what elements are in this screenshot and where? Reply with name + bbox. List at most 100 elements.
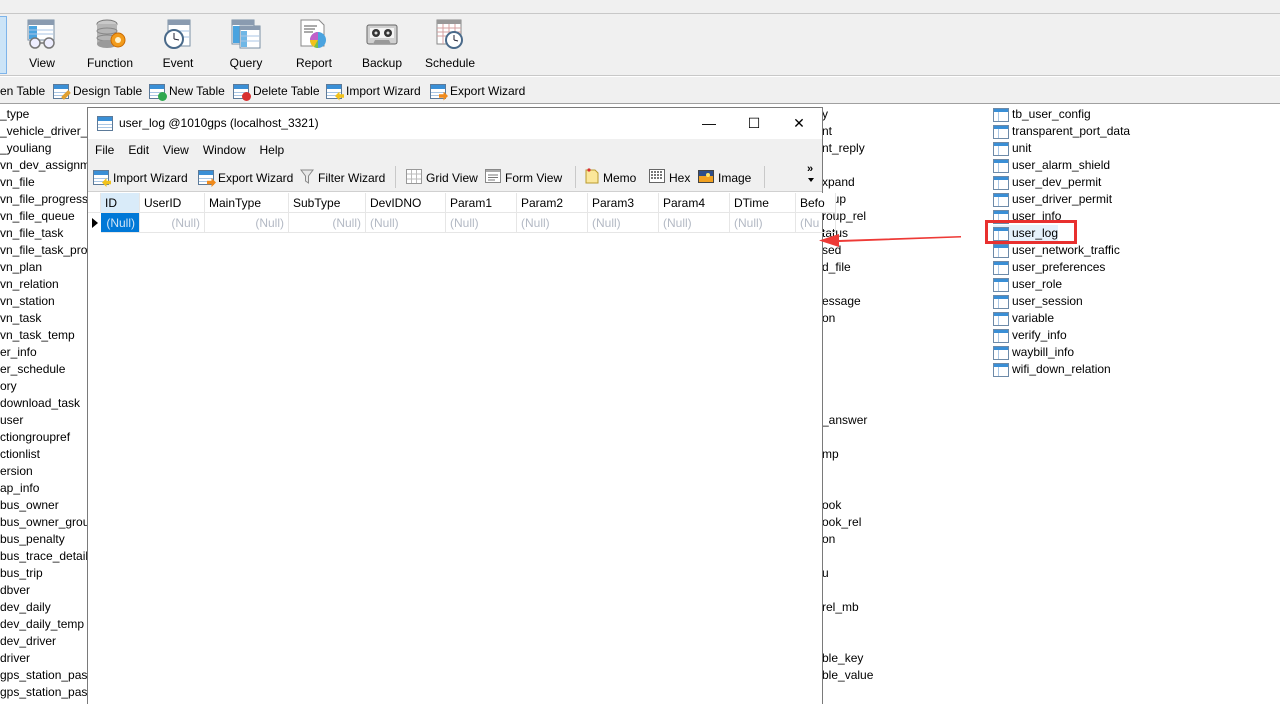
column-header[interactable]: Befo bbox=[796, 193, 836, 213]
grid-cell[interactable]: (Null) bbox=[289, 213, 366, 233]
minimize-button[interactable]: — bbox=[686, 108, 732, 138]
object-list-item[interactable]: vn_relation bbox=[0, 276, 59, 293]
window-import-wizard-button[interactable]: Import Wizard bbox=[93, 169, 188, 187]
grid-cell[interactable]: (Null) bbox=[588, 213, 659, 233]
object-list-item[interactable]: user_preferences bbox=[993, 259, 1105, 276]
column-header[interactable]: SubType bbox=[289, 193, 366, 213]
object-list-item[interactable]: driver bbox=[0, 650, 30, 667]
object-list-item[interactable]: user_driver_permit bbox=[993, 191, 1112, 208]
ribbon-schedule-button[interactable]: Schedule bbox=[418, 18, 482, 74]
object-list-item[interactable]: mp bbox=[822, 446, 839, 463]
object-list-item[interactable]: variable bbox=[993, 310, 1054, 327]
toolbar-overflow-arrow-icon[interactable] bbox=[808, 178, 814, 182]
ribbon-report-button[interactable]: Report bbox=[282, 18, 346, 74]
object-list-item[interactable]: waybill_info bbox=[993, 344, 1074, 361]
object-list-item[interactable]: user bbox=[0, 412, 23, 429]
object-list-item[interactable]: bus_trip bbox=[0, 565, 43, 582]
data-grid[interactable]: ID UserID MainType SubType DevIDNO Param1 Para… bbox=[88, 193, 836, 705]
object-list-item[interactable]: dev_daily_temp bbox=[0, 616, 84, 633]
form-view-button[interactable]: Form View bbox=[485, 169, 562, 186]
object-list-item[interactable]: vn_dev_assignme bbox=[0, 157, 97, 174]
object-list-item[interactable]: ctionlist bbox=[0, 446, 40, 463]
grid-cell[interactable]: (Null) bbox=[140, 213, 205, 233]
menu-window[interactable]: Window bbox=[196, 143, 253, 157]
memo-button[interactable]: Memo bbox=[585, 168, 636, 186]
object-list-item[interactable]: _answer bbox=[822, 412, 867, 429]
object-list-item[interactable]: vn_file_queue bbox=[0, 208, 75, 225]
object-list-item[interactable]: dev_driver bbox=[0, 633, 56, 650]
object-list-item[interactable]: gps_station_pass bbox=[0, 667, 93, 684]
toolbar-overflow-button[interactable]: » bbox=[807, 163, 813, 175]
object-list-item[interactable]: ap_info bbox=[0, 480, 39, 497]
object-list-item[interactable]: vn_file_task_progr bbox=[0, 242, 98, 259]
column-header[interactable]: DTime bbox=[730, 193, 796, 213]
filter-wizard-button[interactable]: Filter Wizard bbox=[300, 169, 385, 186]
object-list-item[interactable]: vn_file_task bbox=[0, 225, 63, 242]
object-list-item[interactable]: bus_owner_grou bbox=[0, 514, 89, 531]
object-list-item[interactable]: ble_value bbox=[822, 667, 873, 684]
new-table-button[interactable]: New Table bbox=[149, 82, 225, 101]
object-list-item[interactable]: transparent_port_data bbox=[993, 123, 1130, 140]
ribbon-selected-edge[interactable] bbox=[0, 16, 7, 74]
grid-cell[interactable]: (Null) bbox=[730, 213, 796, 233]
design-table-button[interactable]: Design Table bbox=[53, 82, 142, 100]
ribbon-event-button[interactable]: Event bbox=[146, 18, 210, 74]
object-list-item[interactable]: ersion bbox=[0, 463, 33, 480]
object-list-item[interactable]: nt bbox=[822, 123, 832, 140]
column-header[interactable]: Param3 bbox=[588, 193, 659, 213]
menu-view[interactable]: View bbox=[156, 143, 196, 157]
object-list-item[interactable]: vn_plan bbox=[0, 259, 42, 276]
window-export-wizard-button[interactable]: Export Wizard bbox=[198, 169, 293, 187]
object-list-item[interactable]: u bbox=[822, 565, 829, 582]
menu-edit[interactable]: Edit bbox=[121, 143, 156, 157]
object-list-item[interactable]: on bbox=[822, 531, 835, 548]
object-list-item[interactable]: _youliang bbox=[0, 140, 51, 157]
object-list-item[interactable]: _type bbox=[0, 106, 29, 123]
object-list-item[interactable]: unit bbox=[993, 140, 1031, 157]
object-list-item[interactable]: vn_file_progress_r bbox=[0, 191, 99, 208]
grid-cell[interactable]: (Null) bbox=[517, 213, 588, 233]
menu-help[interactable]: Help bbox=[253, 143, 292, 157]
column-header[interactable]: Param4 bbox=[659, 193, 730, 213]
object-list-item[interactable]: ctiongroupref bbox=[0, 429, 70, 446]
object-list-item[interactable]: ory bbox=[0, 378, 17, 395]
grid-cell[interactable]: (Null) bbox=[446, 213, 517, 233]
object-list-item[interactable]: xpand bbox=[822, 174, 855, 191]
column-header[interactable]: DevIDNO bbox=[366, 193, 446, 213]
object-list-item[interactable]: vn_task_temp bbox=[0, 327, 75, 344]
maximize-button[interactable]: ☐ bbox=[731, 108, 777, 138]
object-list-item[interactable]: d_file bbox=[822, 259, 851, 276]
object-list-item[interactable]: bus_owner bbox=[0, 497, 59, 514]
column-header[interactable]: Param1 bbox=[446, 193, 517, 213]
object-list-item[interactable]: nt_reply bbox=[822, 140, 865, 157]
grid-cell[interactable]: (Null) bbox=[366, 213, 446, 233]
object-list-item[interactable]: tb_user_config bbox=[993, 106, 1091, 123]
object-list-item[interactable]: user_alarm_shield bbox=[993, 157, 1110, 174]
window-title-bar[interactable]: user_log @1010gps (localhost_3321) — ☐ ✕ bbox=[88, 108, 822, 138]
import-wizard-button[interactable]: Import Wizard bbox=[326, 82, 421, 101]
object-list-item[interactable]: bus_penalty bbox=[0, 531, 65, 548]
object-list-item[interactable]: ble_key bbox=[822, 650, 863, 667]
grid-cell[interactable]: (Null) bbox=[101, 213, 140, 233]
object-list-item[interactable]: vn_station bbox=[0, 293, 55, 310]
object-list-item[interactable]: rel_mb bbox=[822, 599, 859, 616]
object-list-item[interactable]: user_dev_permit bbox=[993, 174, 1101, 191]
object-list-item[interactable]: vn_file bbox=[0, 174, 35, 191]
ribbon-query-button[interactable]: Query bbox=[214, 18, 278, 74]
object-list-item[interactable]: verify_info bbox=[993, 327, 1067, 344]
object-list-item[interactable]: ook_rel bbox=[822, 514, 861, 531]
object-list-item[interactable]: dbver bbox=[0, 582, 30, 599]
column-header[interactable]: ID bbox=[101, 193, 140, 213]
column-header[interactable]: UserID bbox=[140, 193, 205, 213]
object-list-item[interactable]: gps_station_pass bbox=[0, 684, 93, 701]
column-header[interactable]: Param2 bbox=[517, 193, 588, 213]
object-list-item[interactable]: user_session bbox=[993, 293, 1083, 310]
open-table-button[interactable]: en Table bbox=[0, 82, 45, 100]
grid-view-button[interactable]: Grid View bbox=[406, 168, 478, 186]
object-list-item[interactable]: on bbox=[822, 310, 835, 327]
object-list-item[interactable]: essage bbox=[822, 293, 861, 310]
object-list-item[interactable]: dev_daily bbox=[0, 599, 51, 616]
object-list-item[interactable]: bus_trace_detail bbox=[0, 548, 88, 565]
object-list-item[interactable]: ook bbox=[822, 497, 841, 514]
object-list-item[interactable]: user_network_traffic bbox=[993, 242, 1120, 259]
